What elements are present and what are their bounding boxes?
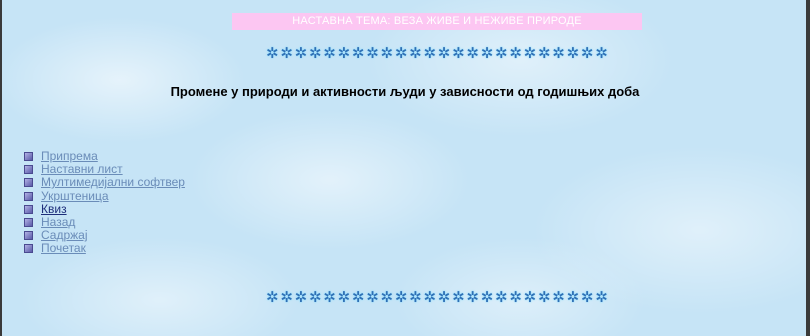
star-icon: ✲ [351, 289, 365, 306]
star-icon: ✲ [337, 45, 351, 62]
square-bullet-icon [24, 218, 33, 228]
star-icon: ✲ [351, 45, 365, 62]
nav-item-pocetak: Почетак [24, 242, 185, 255]
star-icon: ✲ [380, 289, 394, 306]
star-icon: ✲ [308, 45, 322, 62]
star-divider-top: ✲ ✲ ✲ ✲ ✲ ✲ ✲ ✲ ✲ ✲ ✲ ✲ ✲ ✲ ✲ ✲ ✲ ✲ ✲ ✲ ✲ ✲ ✲ ✲ [266, 45, 608, 63]
nav-link-nazad[interactable]: Назад [41, 216, 75, 229]
star-icon: ✲ [566, 289, 580, 306]
nav-link-multimedijalni-softver[interactable]: Мултимедијални софтвер [41, 176, 185, 189]
star-icon: ✲ [280, 45, 293, 62]
star-icon: ✲ [452, 289, 465, 306]
star-icon: ✲ [380, 45, 394, 62]
nav-link-sadrzaj[interactable]: Садржај [41, 229, 88, 242]
star-icon: ✲ [466, 45, 479, 62]
star-icon: ✲ [394, 45, 408, 62]
star-icon: ✲ [337, 289, 351, 306]
nav-link-pocetak[interactable]: Почетак [41, 242, 86, 255]
star-icon: ✲ [509, 289, 522, 306]
star-icon: ✲ [366, 45, 379, 62]
square-bullet-icon [24, 165, 33, 175]
nav-item-nazad: Назад [24, 216, 185, 229]
topic-banner: НАСТАВНА ТЕМА: ВЕЗА ЖИВЕ И НЕЖИВЕ ПРИРОД… [232, 13, 642, 30]
star-icon: ✲ [394, 289, 408, 306]
star-icon: ✲ [466, 289, 479, 306]
star-icon: ✲ [423, 45, 437, 62]
nav-link-ukrstenica[interactable]: Укрштеница [41, 189, 109, 203]
square-bullet-icon [24, 178, 33, 188]
star-icon: ✲ [595, 45, 608, 62]
star-icon: ✲ [437, 45, 451, 62]
nav-link-nastavni-list[interactable]: Наставни лист [41, 163, 123, 176]
square-bullet-icon [24, 152, 33, 162]
star-icon: ✲ [552, 45, 565, 62]
star-icon: ✲ [523, 289, 537, 306]
right-border [806, 0, 810, 336]
star-icon: ✲ [580, 289, 594, 306]
nav-item-kviz: Квиз [24, 202, 185, 216]
square-bullet-icon [24, 244, 33, 254]
nav-item-multimedijalni-softver: Мултимедијални софтвер [24, 176, 185, 189]
star-icon: ✲ [523, 45, 537, 62]
square-bullet-icon [24, 191, 33, 201]
star-icon: ✲ [566, 45, 580, 62]
star-icon: ✲ [266, 289, 279, 306]
nav-item-ukrstenica: Укрштеница [24, 189, 185, 203]
page-title: Промене у природи и активности људи у за… [170, 84, 640, 99]
star-icon: ✲ [366, 289, 379, 306]
star-icon: ✲ [294, 45, 308, 62]
star-icon: ✲ [409, 45, 422, 62]
nav-link-priprema[interactable]: Припрема [41, 150, 98, 163]
star-icon: ✲ [580, 45, 594, 62]
star-divider-bottom: ✲ ✲ ✲ ✲ ✲ ✲ ✲ ✲ ✲ ✲ ✲ ✲ ✲ ✲ ✲ ✲ ✲ ✲ ✲ ✲ ✲ ✲ ✲ ✲ [266, 289, 608, 307]
star-icon: ✲ [323, 289, 336, 306]
star-icon: ✲ [480, 289, 494, 306]
nav-item-nastavni-list: Наставни лист [24, 163, 185, 176]
star-icon: ✲ [537, 45, 551, 62]
star-icon: ✲ [509, 45, 522, 62]
left-border [0, 0, 2, 336]
star-icon: ✲ [452, 45, 465, 62]
star-icon: ✲ [537, 289, 551, 306]
star-icon: ✲ [308, 289, 322, 306]
star-icon: ✲ [409, 289, 422, 306]
star-icon: ✲ [595, 289, 608, 306]
nav-item-sadrzaj: Садржај [24, 229, 185, 242]
star-icon: ✲ [495, 45, 508, 62]
star-icon: ✲ [294, 289, 308, 306]
star-icon: ✲ [480, 45, 494, 62]
star-icon: ✲ [266, 45, 279, 62]
star-icon: ✲ [323, 45, 336, 62]
star-icon: ✲ [495, 289, 508, 306]
star-icon: ✲ [437, 289, 451, 306]
star-icon: ✲ [423, 289, 437, 306]
square-bullet-icon [24, 231, 33, 241]
nav-item-priprema: Припрема [24, 150, 185, 163]
nav-list: Припрема Наставни лист Мултимедијални со… [24, 150, 185, 256]
star-icon: ✲ [280, 289, 293, 306]
square-bullet-icon [24, 204, 33, 214]
star-icon: ✲ [552, 289, 565, 306]
nav-link-kviz[interactable]: Квиз [41, 202, 67, 216]
